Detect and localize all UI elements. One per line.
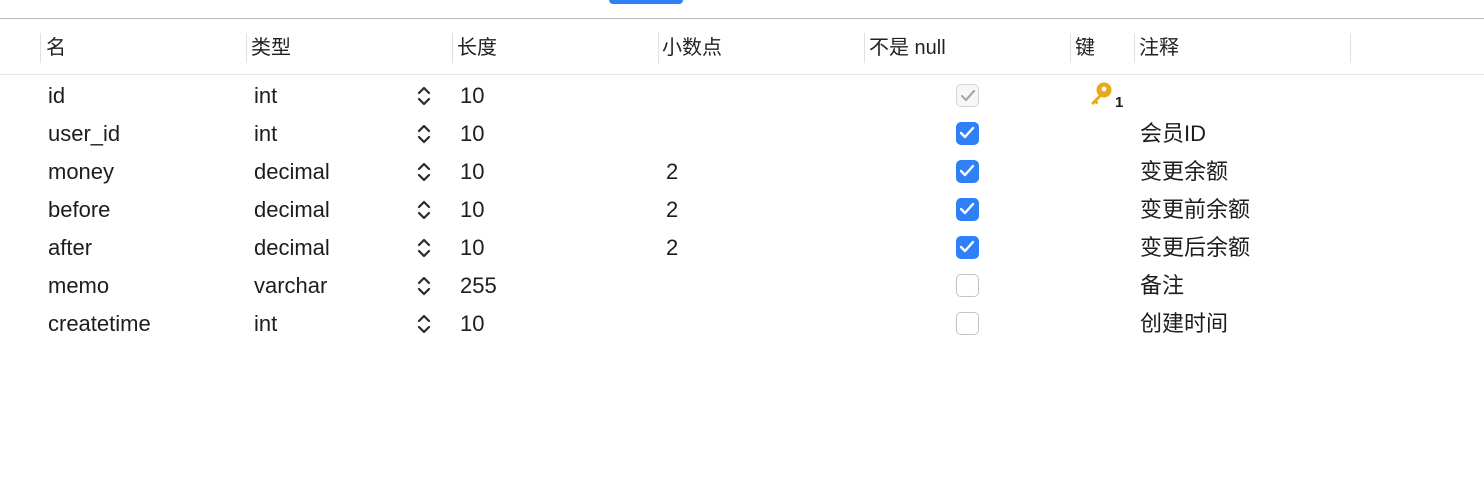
chevron-up-down-icon[interactable] bbox=[414, 85, 434, 107]
key-index: 1 bbox=[1115, 94, 1124, 111]
field-type[interactable]: int bbox=[254, 77, 277, 115]
field-type[interactable]: varchar bbox=[254, 267, 327, 305]
column-divider[interactable] bbox=[1350, 33, 1351, 63]
not-null-checkbox[interactable] bbox=[956, 122, 979, 145]
not-null-checkbox[interactable] bbox=[956, 312, 979, 335]
table-row[interactable]: id int 10 1 bbox=[0, 77, 1484, 115]
column-header-length[interactable]: 长度 bbox=[457, 30, 497, 66]
field-name[interactable]: before bbox=[48, 191, 110, 229]
header-divider bbox=[0, 74, 1484, 75]
not-null-checkbox[interactable] bbox=[956, 274, 979, 297]
not-null-checkbox[interactable] bbox=[956, 236, 979, 259]
table-row[interactable]: memo varchar 255 备注 bbox=[0, 267, 1484, 305]
field-type[interactable]: decimal bbox=[254, 229, 330, 267]
field-length[interactable]: 10 bbox=[460, 153, 484, 191]
chevron-up-down-icon[interactable] bbox=[414, 237, 434, 259]
field-name[interactable]: id bbox=[48, 77, 65, 115]
table-row[interactable]: before decimal 10 2 变更前余额 bbox=[0, 191, 1484, 229]
active-tab-indicator bbox=[609, 0, 683, 4]
key-icon: 1 bbox=[1088, 77, 1124, 115]
field-length[interactable]: 255 bbox=[460, 267, 497, 305]
table-row[interactable]: user_id int 10 会员ID bbox=[0, 115, 1484, 153]
not-null-checkbox[interactable] bbox=[956, 84, 979, 107]
chevron-up-down-icon[interactable] bbox=[414, 161, 434, 183]
column-divider[interactable] bbox=[658, 33, 659, 63]
field-length[interactable]: 10 bbox=[460, 115, 484, 153]
field-type[interactable]: decimal bbox=[254, 153, 330, 191]
column-header-key[interactable]: 键 bbox=[1075, 30, 1095, 66]
field-name[interactable]: createtime bbox=[48, 305, 151, 343]
table-header: 名 类型 长度 小数点 不是 null 键 注释 bbox=[0, 30, 1484, 66]
column-divider[interactable] bbox=[40, 33, 41, 63]
field-length[interactable]: 10 bbox=[460, 229, 484, 267]
field-name[interactable]: money bbox=[48, 153, 114, 191]
field-comment[interactable]: 会员ID bbox=[1140, 115, 1206, 153]
column-header-type[interactable]: 类型 bbox=[251, 30, 291, 66]
table-row[interactable]: createtime int 10 创建时间 bbox=[0, 305, 1484, 343]
field-length[interactable]: 10 bbox=[460, 305, 484, 343]
field-comment[interactable]: 变更余额 bbox=[1140, 153, 1228, 191]
column-header-comment[interactable]: 注释 bbox=[1139, 30, 1179, 66]
column-divider[interactable] bbox=[864, 33, 865, 63]
field-comment[interactable]: 变更前余额 bbox=[1140, 191, 1250, 229]
column-header-not-null[interactable]: 不是 null bbox=[869, 30, 946, 66]
field-decimals[interactable]: 2 bbox=[666, 191, 678, 229]
field-comment[interactable]: 变更后余额 bbox=[1140, 229, 1250, 267]
column-header-name[interactable]: 名 bbox=[46, 30, 66, 66]
chevron-up-down-icon[interactable] bbox=[414, 313, 434, 335]
column-divider[interactable] bbox=[1070, 33, 1071, 63]
column-divider[interactable] bbox=[1134, 33, 1135, 63]
field-comment[interactable]: 创建时间 bbox=[1140, 305, 1228, 343]
field-type[interactable]: decimal bbox=[254, 191, 330, 229]
field-comment[interactable]: 备注 bbox=[1140, 267, 1184, 305]
field-length[interactable]: 10 bbox=[460, 191, 484, 229]
field-type[interactable]: int bbox=[254, 305, 277, 343]
field-name[interactable]: after bbox=[48, 229, 92, 267]
table-row[interactable]: after decimal 10 2 变更后余额 bbox=[0, 229, 1484, 267]
field-type[interactable]: int bbox=[254, 115, 277, 153]
chevron-up-down-icon[interactable] bbox=[414, 199, 434, 221]
field-name[interactable]: user_id bbox=[48, 115, 120, 153]
column-header-decimals[interactable]: 小数点 bbox=[662, 30, 722, 66]
not-null-checkbox[interactable] bbox=[956, 160, 979, 183]
field-length[interactable]: 10 bbox=[460, 77, 484, 115]
chevron-up-down-icon[interactable] bbox=[414, 123, 434, 145]
chevron-up-down-icon[interactable] bbox=[414, 275, 434, 297]
column-divider[interactable] bbox=[452, 33, 453, 63]
field-name[interactable]: memo bbox=[48, 267, 109, 305]
table-row[interactable]: money decimal 10 2 变更余额 bbox=[0, 153, 1484, 191]
column-divider[interactable] bbox=[246, 33, 247, 63]
toolbar-divider bbox=[0, 18, 1484, 19]
field-decimals[interactable]: 2 bbox=[666, 153, 678, 191]
not-null-checkbox[interactable] bbox=[956, 198, 979, 221]
field-decimals[interactable]: 2 bbox=[666, 229, 678, 267]
